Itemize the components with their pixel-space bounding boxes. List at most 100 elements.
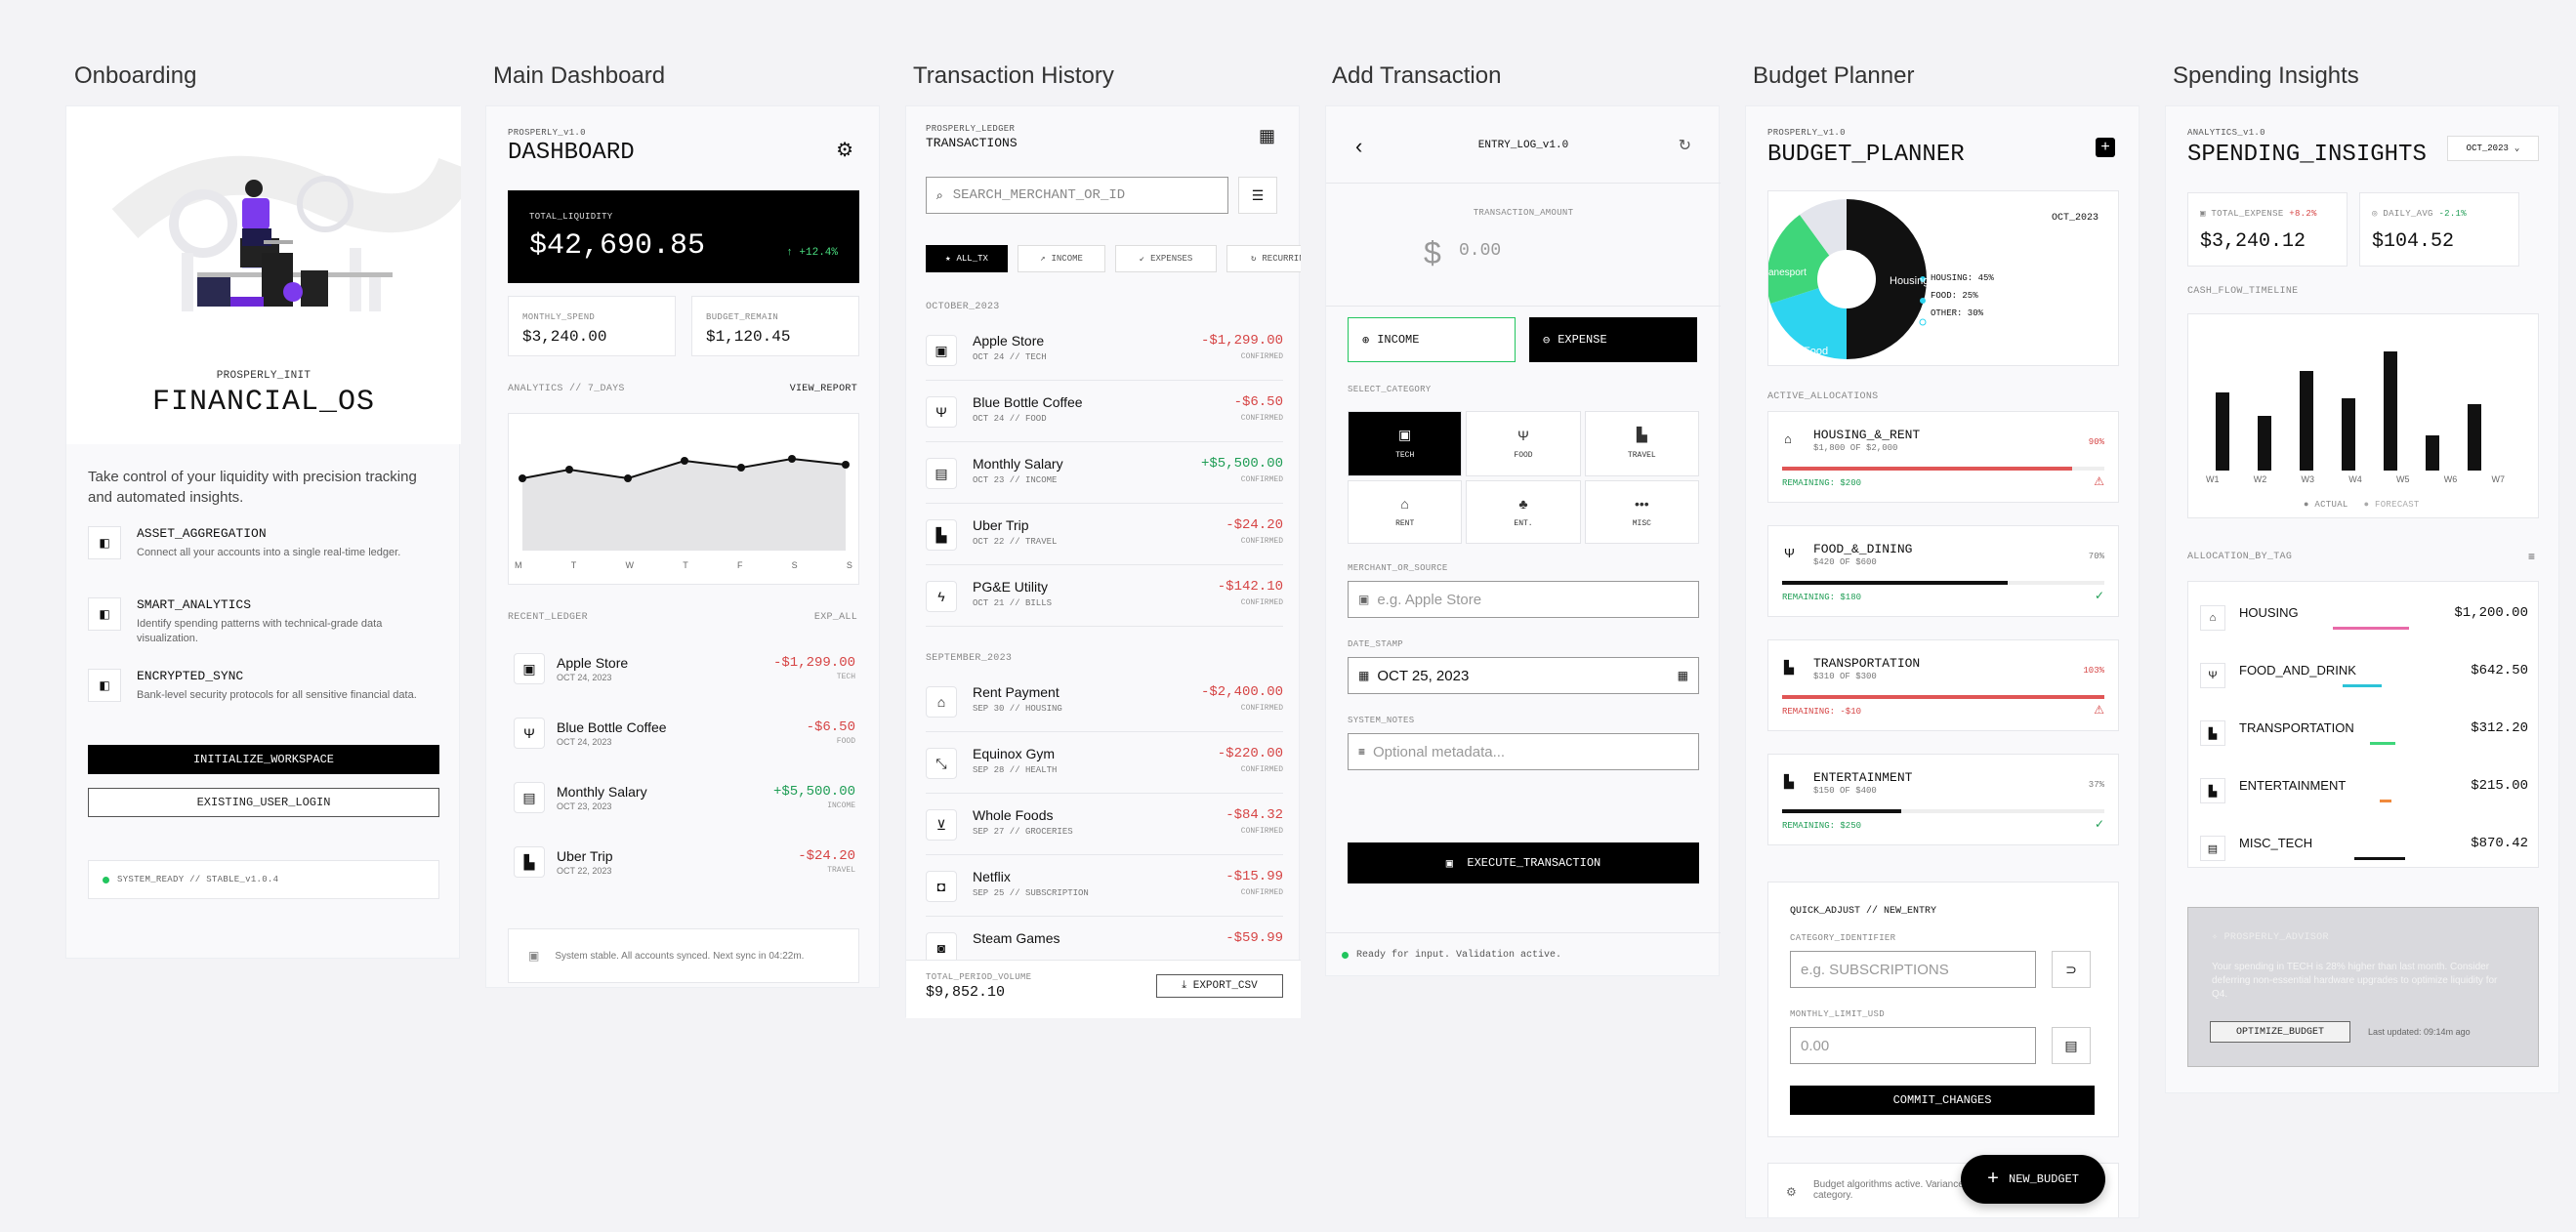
tag-row[interactable]: Ψ FOOD_AND_DRINK $642.50 — [2188, 649, 2540, 707]
ledger-amount: -$24.20 — [798, 848, 855, 864]
week-label: W5 — [2396, 474, 2410, 484]
filter-tabs: ★ ALL_TX ↗ INCOME ↙ EXPENSES ↻ RECURRING — [926, 245, 1301, 274]
search-input[interactable]: ⌕ SEARCH_MERCHANT_OR_ID — [926, 177, 1228, 214]
date-input[interactable]: ▦ OCT 25, 2023 ▦ — [1348, 657, 1699, 694]
insights-screen: ANALYTICS_v1.0 SPENDING_INSIGHTS OCT_202… — [2165, 105, 2559, 1093]
refresh-icon[interactable]: ↻ — [1679, 136, 1691, 155]
search-icon: ⌕ — [936, 187, 943, 202]
settings-sliders-icon[interactable]: ⚙ — [836, 138, 853, 162]
category-food[interactable]: Ψ FOOD — [1466, 411, 1581, 476]
ledger-row[interactable]: Ψ Blue Bottle Coffee OCT 24, 2023 -$6.50 FOO… — [508, 704, 859, 768]
category-travel[interactable]: ▙ TRAVEL — [1584, 411, 1699, 476]
add-square-icon[interactable]: + — [2096, 138, 2115, 157]
chart-legend: ● ACTUAL ● FORECAST — [2304, 500, 2420, 510]
plus-circle-icon: ⊕ — [1362, 333, 1370, 348]
ledger-row[interactable]: ▙ Uber Trip OCT 22, 2023 -$24.20 TRAVEL — [508, 833, 859, 897]
category-tech[interactable]: ▣ TECH — [1348, 411, 1463, 476]
allocation-card[interactable]: ▙ ENTERTAINMENT $150 OF $400 37% REMAINING: … — [1767, 754, 2119, 845]
allocation-sub: $310 OF $300 — [1813, 672, 1877, 681]
transaction-row[interactable]: Ψ Blue Bottle Coffee OCT 24 // FOOD -$6.50 C… — [926, 381, 1283, 442]
ledger-amount: +$5,500.00 — [772, 784, 855, 800]
tag-row[interactable]: ⌂ HOUSING $1,200.00 — [2188, 592, 2540, 649]
export-csv-button[interactable]: ⤓ EXPORT_CSV — [1156, 974, 1283, 998]
filter-tab-recurring[interactable]: ↻ RECURRING — [1226, 245, 1301, 272]
export-all-link[interactable]: EXP_ALL — [814, 612, 857, 623]
transaction-row[interactable]: ◘ Netflix SEP 25 // SUBSCRIPTION -$15.99 CON… — [926, 855, 1283, 917]
total-value: $9,852.10 — [926, 984, 1006, 1001]
filter-tab-all_tx[interactable]: ★ ALL_TX — [926, 245, 1008, 272]
money-icon[interactable]: ▤ — [2052, 1027, 2091, 1064]
category-ent[interactable]: ♣ ENT. — [1466, 479, 1581, 544]
filter-tab-expenses[interactable]: ↙ EXPENSES — [1115, 245, 1217, 272]
tx-date: SEP 28 // HEALTH — [973, 765, 1058, 775]
limit-input[interactable]: 0.00 — [1790, 1027, 2036, 1064]
brand-label: PROSPERLY_LEDGER — [926, 124, 1016, 134]
transaction-row[interactable]: ⊻ Whole Foods SEP 27 // GROCERIES -$84.32 CO… — [926, 794, 1283, 855]
merchant-input[interactable]: ▣ e.g. Apple Store — [1348, 581, 1699, 618]
category-misc[interactable]: ••• MISC — [1584, 479, 1699, 544]
filter-icon: ↻ — [1250, 254, 1257, 264]
filter-icon: ↗ — [1040, 254, 1046, 264]
notes-input[interactable]: ≡ Optional metadata... — [1348, 733, 1699, 770]
september-label: SEPTEMBER_2023 — [926, 653, 1013, 664]
commit-changes-button[interactable]: COMMIT_CHANGES — [1790, 1086, 2095, 1115]
check-circle-icon: ✓ — [2094, 817, 2104, 831]
period-select[interactable]: OCT_2023 ⌄ — [2447, 136, 2539, 161]
pie-legend: HOUSING: 45% FOOD: 25% OTHER: 30% — [1931, 269, 1994, 322]
allocation-sub: $150 OF $400 — [1813, 786, 1877, 796]
income-toggle[interactable]: ⊕ INCOME — [1348, 317, 1516, 362]
feature-item: ◧ ENCRYPTED_SYNC Bank-level security proto… — [88, 669, 439, 740]
transaction-row[interactable]: ⌂ Rent Payment SEP 30 // HOUSING -$2,400.00… — [926, 671, 1283, 732]
execute-transaction-button[interactable]: ▣ EXECUTE_TRANSACTION — [1348, 842, 1699, 883]
tx-date: SEP 25 // SUBSCRIPTION — [973, 888, 1089, 898]
tag-row[interactable]: ▙ TRANSPORTATION $312.20 — [2188, 707, 2540, 764]
transaction-row[interactable]: ⤡ Equinox Gym SEP 28 // HEALTH -$220.00 CONF… — [926, 732, 1283, 794]
initialize-workspace-button[interactable]: INITIALIZE_WORKSPACE — [88, 745, 439, 774]
transaction-row[interactable]: ▣ Apple Store OCT 24 // TECH -$1,299.00 CONF… — [926, 319, 1283, 381]
transaction-row[interactable]: ▙ Uber Trip OCT 22 // TRAVEL -$24.20 CONFIRM… — [926, 504, 1283, 565]
pie-label-other: anesport — [1768, 267, 1807, 278]
date-picker-icon[interactable]: ▦ — [1678, 669, 1688, 682]
filter-tab-income[interactable]: ↗ INCOME — [1018, 245, 1105, 272]
ledger-row[interactable]: ▣ Apple Store OCT 24, 2023 -$1,299.00 TECH — [508, 639, 859, 704]
status-dot — [103, 876, 109, 883]
tx-name: Monthly Salary — [973, 456, 1063, 472]
cash-flow-chart: W1 W2 W3 W4 W5 W6 W7 ● ACTUAL ● FORECAST — [2187, 313, 2539, 518]
amount-input[interactable]: 0.00 — [1459, 241, 1501, 261]
allocation-card[interactable]: ▙ TRANSPORTATION $310 OF $300 103% REMAINING… — [1767, 639, 2119, 731]
tag-row[interactable]: ▙ ENTERTAINMENT $215.00 — [2188, 764, 2540, 822]
allocation-card[interactable]: ⌂ HOUSING_&_RENT $1,800 OF $2,000 90% REMAIN… — [1767, 411, 2119, 503]
existing-user-login-button[interactable]: EXISTING_USER_LOGIN — [88, 788, 439, 817]
allocation-card[interactable]: Ψ FOOD_&_DINING $420 OF $600 70% REMAINING: … — [1767, 525, 2119, 617]
transaction-row[interactable]: ϟ PG&E Utility OCT 21 // BILLS -$142.10 CONF… — [926, 565, 1283, 627]
week-label: W4 — [2348, 474, 2362, 484]
tx-status: CONFIRMED — [1240, 704, 1283, 713]
tag-row[interactable]: ▤ MISC_TECH $870.42 — [2188, 822, 2540, 880]
tag-bar — [2370, 742, 2395, 745]
calendar-icon[interactable]: ▦ — [1259, 126, 1275, 146]
period-label: OCT_2023 — [2051, 213, 2098, 224]
optimize-budget-button[interactable]: OPTIMIZE_BUDGET — [2210, 1021, 2350, 1043]
new-budget-fab[interactable]: + NEW_BUDGET — [1961, 1155, 2105, 1204]
category-grid: ▣ TECH Ψ FOOD ▙ TRAVEL ⌂ RENT ♣ ENT. ••• MISC — [1348, 411, 1699, 544]
search-placeholder: SEARCH_MERCHANT_OR_ID — [952, 187, 1126, 203]
tag-icon[interactable]: ⊃ — [2052, 951, 2091, 988]
tag-icon: ▙ — [2200, 720, 2225, 746]
filter-label: RECURRING — [1262, 254, 1301, 264]
warning-icon: ⚠ — [2094, 703, 2104, 717]
category-identifier-input[interactable]: e.g. SUBSCRIPTIONS — [1790, 951, 2036, 988]
avg-change: -2.1% — [2438, 209, 2467, 219]
view-report-link[interactable]: VIEW_REPORT — [790, 384, 857, 394]
filter-icon[interactable]: ≡ — [2528, 550, 2535, 563]
expense-toggle[interactable]: ⊖ EXPENSE — [1529, 317, 1697, 362]
transaction-row[interactable]: ◙ Steam Games -$59.99 — [926, 917, 1283, 960]
ledger-row[interactable]: ▤ Monthly Salary OCT 23, 2023 +$5,500.00 INC… — [508, 768, 859, 833]
transaction-row[interactable]: ▤ Monthly Salary OCT 23 // INCOME +$5,500.0… — [926, 442, 1283, 504]
category-icon: ◘ — [926, 871, 957, 902]
legend-housing: HOUSING: 45% — [1931, 273, 1994, 283]
gear-icon: ⚙ — [1786, 1185, 1797, 1199]
category-rent[interactable]: ⌂ RENT — [1348, 479, 1463, 544]
tx-amount: +$5,500.00 — [1200, 456, 1283, 472]
date-label: DATE_STAMP — [1348, 639, 1404, 649]
filter-sliders-icon[interactable]: ☰ — [1238, 177, 1277, 214]
